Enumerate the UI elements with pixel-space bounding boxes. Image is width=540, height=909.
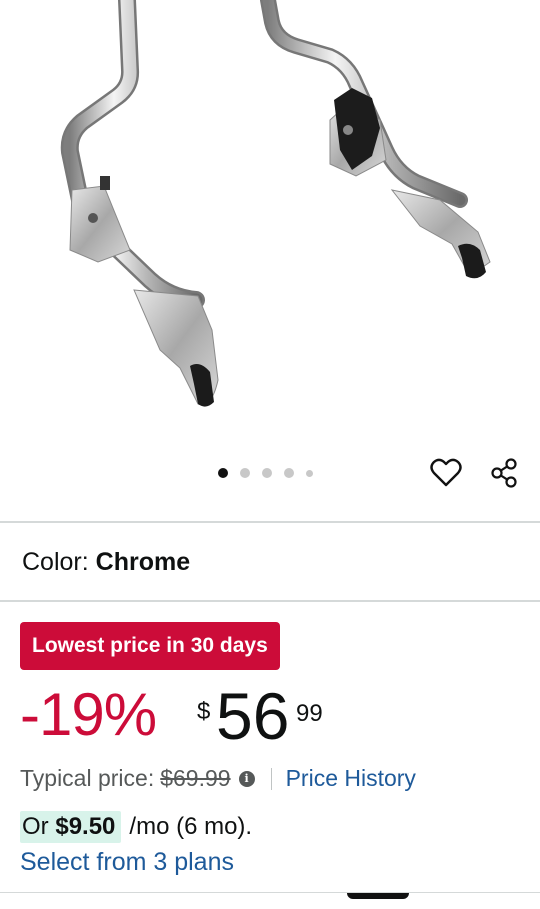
carousel-dot-3[interactable] (262, 468, 272, 478)
carousel-dot-4[interactable] (284, 468, 294, 478)
separator (270, 767, 272, 790)
color-label: Color: (22, 548, 96, 576)
product-photo (60, 0, 491, 407)
info-icon[interactable]: i (238, 770, 255, 787)
home-indicator (347, 893, 409, 899)
deal-badge: Lowest price in 30 days (20, 622, 280, 670)
installment-amount: $9.50 (55, 813, 116, 840)
price-fraction: 99 (296, 700, 323, 727)
carousel-dot-5[interactable] (306, 469, 313, 477)
section-divider (0, 600, 540, 602)
price-whole: 56 (216, 679, 290, 753)
color-value: Chrome (95, 548, 191, 576)
installment-highlight: Or $9.50 (20, 811, 122, 843)
discount-percent: -19% (20, 681, 157, 748)
color-variation[interactable]: Color: Chrome (22, 548, 190, 577)
carousel-dot-1[interactable] (218, 468, 228, 478)
share-button[interactable] (484, 453, 524, 493)
select-plans-link[interactable]: Select from 3 plans (20, 848, 234, 877)
typical-price-value: $69.99 (160, 765, 231, 791)
installment-row: Or $9.50 /mo (6 mo). (20, 811, 252, 843)
section-divider (0, 521, 540, 523)
installment-suffix: /mo (6 mo). (129, 813, 253, 840)
price-history-link[interactable]: Price History (286, 765, 416, 792)
typical-price-label: Typical price: (20, 765, 155, 791)
carousel-dot-2[interactable] (240, 468, 250, 478)
installment-prefix: Or (22, 813, 49, 840)
price-currency: $ (197, 698, 211, 725)
share-icon (491, 458, 517, 488)
bottom-divider (0, 892, 540, 893)
product-image[interactable] (0, 0, 540, 440)
wishlist-button[interactable] (426, 453, 466, 493)
image-carousel-dots[interactable] (218, 466, 313, 480)
heart-outline-icon (430, 458, 462, 487)
typical-price-row: Typical price: $69.99 i Price History (20, 765, 416, 792)
